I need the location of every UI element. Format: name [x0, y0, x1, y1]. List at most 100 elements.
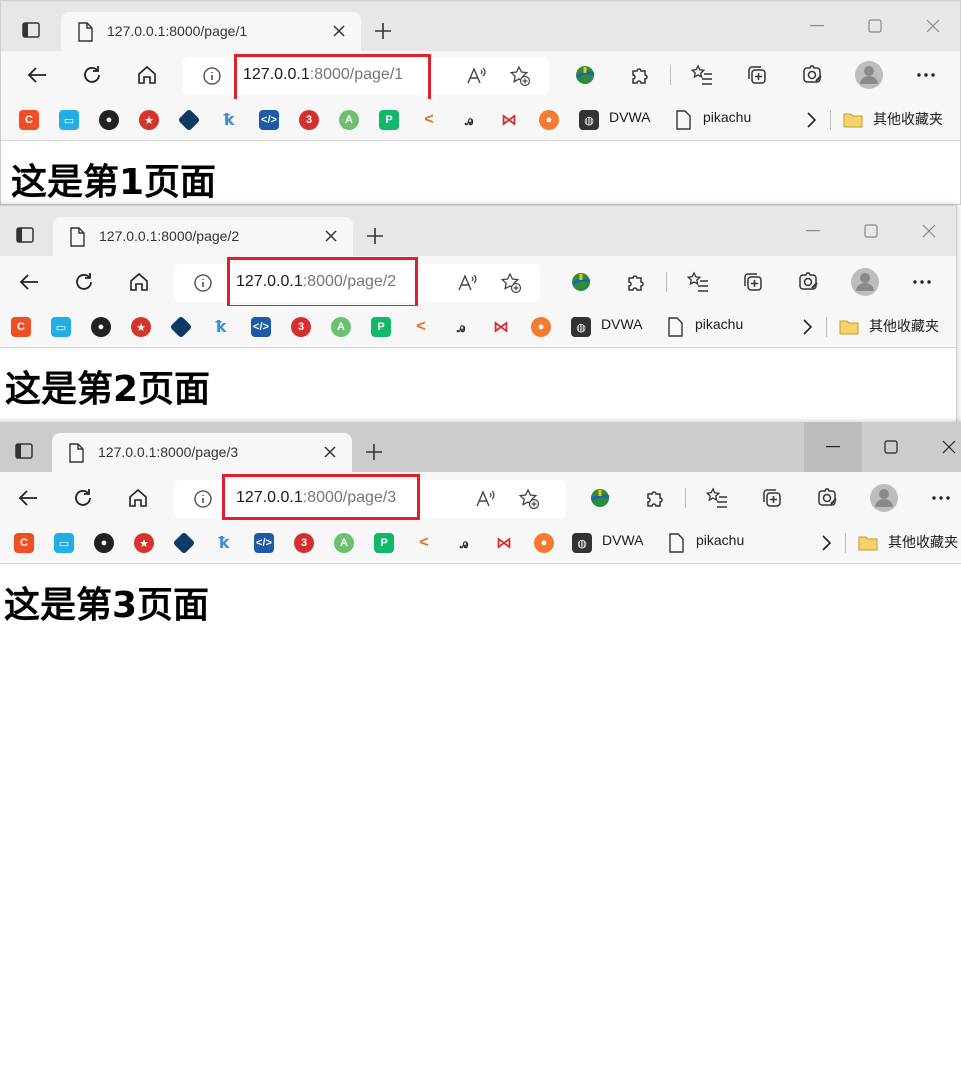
diamond-icon[interactable]: [169, 315, 193, 339]
dvwa-icon[interactable]: ◍: [579, 110, 599, 130]
settings-more-button[interactable]: [910, 270, 934, 294]
badge-icon[interactable]: ★: [134, 533, 154, 553]
extensions-button[interactable]: [624, 270, 648, 294]
other-favorites-link[interactable]: 其他收藏夹: [873, 109, 943, 129]
extensions-button[interactable]: [628, 63, 652, 87]
p-icon[interactable]: P: [374, 533, 394, 553]
close-tab-icon[interactable]: [331, 23, 347, 39]
maximize-button[interactable]: [846, 1, 904, 51]
read-aloud-icon[interactable]: [474, 488, 496, 510]
chevron-right-icon[interactable]: [816, 533, 836, 553]
cat-icon[interactable]: ●: [539, 110, 559, 130]
diamond-icon[interactable]: [172, 531, 196, 555]
settings-more-button[interactable]: [929, 486, 953, 510]
read-aloud-icon[interactable]: [465, 65, 487, 87]
chevron-right-icon[interactable]: [801, 110, 821, 130]
github-icon[interactable]: ●: [99, 110, 119, 130]
extension-globe-button[interactable]: [573, 63, 597, 87]
bilibili-icon[interactable]: ▭: [54, 533, 74, 553]
bracket-icon[interactable]: <: [411, 317, 431, 337]
shield-3-icon[interactable]: 3: [291, 317, 311, 337]
minimize-button[interactable]: [788, 1, 846, 51]
chevron-right-icon[interactable]: [797, 317, 817, 337]
pikachu-link[interactable]: pikachu: [695, 316, 743, 332]
csdn-icon[interactable]: C: [14, 533, 34, 553]
refresh-button[interactable]: [72, 270, 96, 294]
dvwa-icon[interactable]: ◍: [571, 317, 591, 337]
dvwa-link[interactable]: DVWA: [609, 109, 650, 125]
other-favorites-link[interactable]: 其他收藏夹: [888, 532, 958, 552]
favorites-button[interactable]: [686, 270, 710, 294]
code-icon[interactable]: </>: [259, 110, 279, 130]
home-button[interactable]: [126, 486, 150, 510]
a-circle-icon[interactable]: A: [334, 533, 354, 553]
badge-icon[interactable]: ★: [131, 317, 151, 337]
dvwa-link[interactable]: DVWA: [602, 532, 643, 548]
extension-globe-button[interactable]: [569, 270, 593, 294]
new-tab-icon[interactable]: [365, 226, 385, 246]
favorites-button[interactable]: [690, 63, 714, 87]
tab-page-1[interactable]: 127.0.0.1:8000/page/1: [61, 12, 361, 52]
browser-essentials-button[interactable]: [815, 486, 839, 510]
a-circle-icon[interactable]: A: [339, 110, 359, 130]
home-button[interactable]: [127, 270, 151, 294]
kk-icon[interactable]: ꝁ: [211, 317, 231, 337]
github-icon[interactable]: ●: [91, 317, 111, 337]
info-icon[interactable]: [194, 274, 212, 292]
minimize-button[interactable]: [784, 206, 842, 256]
collections-button[interactable]: [760, 486, 784, 510]
other-favorites-link[interactable]: 其他收藏夹: [869, 316, 939, 336]
ab-icon[interactable]: ꭿ: [451, 317, 471, 337]
add-favorite-icon[interactable]: [518, 488, 540, 510]
bilibili-icon[interactable]: ▭: [51, 317, 71, 337]
read-aloud-icon[interactable]: [456, 272, 478, 294]
info-icon[interactable]: [194, 490, 212, 508]
dvwa-link[interactable]: DVWA: [601, 316, 642, 332]
code-icon[interactable]: </>: [251, 317, 271, 337]
close-tab-icon[interactable]: [323, 228, 339, 244]
close-window-button[interactable]: [920, 422, 961, 472]
bilibili-icon[interactable]: ▭: [59, 110, 79, 130]
close-tab-icon[interactable]: [322, 444, 338, 460]
dvwa-icon[interactable]: ◍: [572, 533, 592, 553]
p-icon[interactable]: P: [379, 110, 399, 130]
back-button[interactable]: [17, 270, 41, 294]
collections-button[interactable]: [745, 63, 769, 87]
add-favorite-icon[interactable]: [509, 65, 531, 87]
profile-button[interactable]: [869, 483, 899, 513]
pikachu-link[interactable]: pikachu: [703, 109, 751, 125]
tab-actions-icon[interactable]: [15, 225, 35, 245]
ab-icon[interactable]: ꭿ: [454, 533, 474, 553]
cat-icon[interactable]: ●: [534, 533, 554, 553]
profile-button[interactable]: [854, 60, 884, 90]
new-tab-icon[interactable]: [364, 442, 384, 462]
shield-3-icon[interactable]: 3: [299, 110, 319, 130]
info-icon[interactable]: [203, 67, 221, 85]
back-button[interactable]: [25, 63, 49, 87]
x-bow-icon[interactable]: ⋈: [491, 317, 511, 337]
pikachu-link[interactable]: pikachu: [696, 532, 744, 548]
settings-more-button[interactable]: [914, 63, 938, 87]
maximize-button[interactable]: [862, 422, 920, 472]
browser-essentials-button[interactable]: [796, 270, 820, 294]
p-icon[interactable]: P: [371, 317, 391, 337]
profile-button[interactable]: [850, 267, 880, 297]
new-tab-icon[interactable]: [373, 21, 393, 41]
back-button[interactable]: [16, 486, 40, 510]
a-circle-icon[interactable]: A: [331, 317, 351, 337]
extensions-button[interactable]: [643, 486, 667, 510]
code-icon[interactable]: </>: [254, 533, 274, 553]
kk-icon[interactable]: ꝁ: [219, 110, 239, 130]
x-bow-icon[interactable]: ⋈: [499, 110, 519, 130]
browser-essentials-button[interactable]: [800, 63, 824, 87]
tab-page-2[interactable]: 127.0.0.1:8000/page/2: [53, 217, 353, 257]
csdn-icon[interactable]: C: [19, 110, 39, 130]
minimize-button[interactable]: [804, 422, 862, 472]
csdn-icon[interactable]: C: [11, 317, 31, 337]
extension-globe-button[interactable]: [588, 486, 612, 510]
close-window-button[interactable]: [904, 1, 960, 51]
home-button[interactable]: [135, 63, 159, 87]
github-icon[interactable]: ●: [94, 533, 114, 553]
tab-actions-icon[interactable]: [21, 20, 41, 40]
collections-button[interactable]: [741, 270, 765, 294]
